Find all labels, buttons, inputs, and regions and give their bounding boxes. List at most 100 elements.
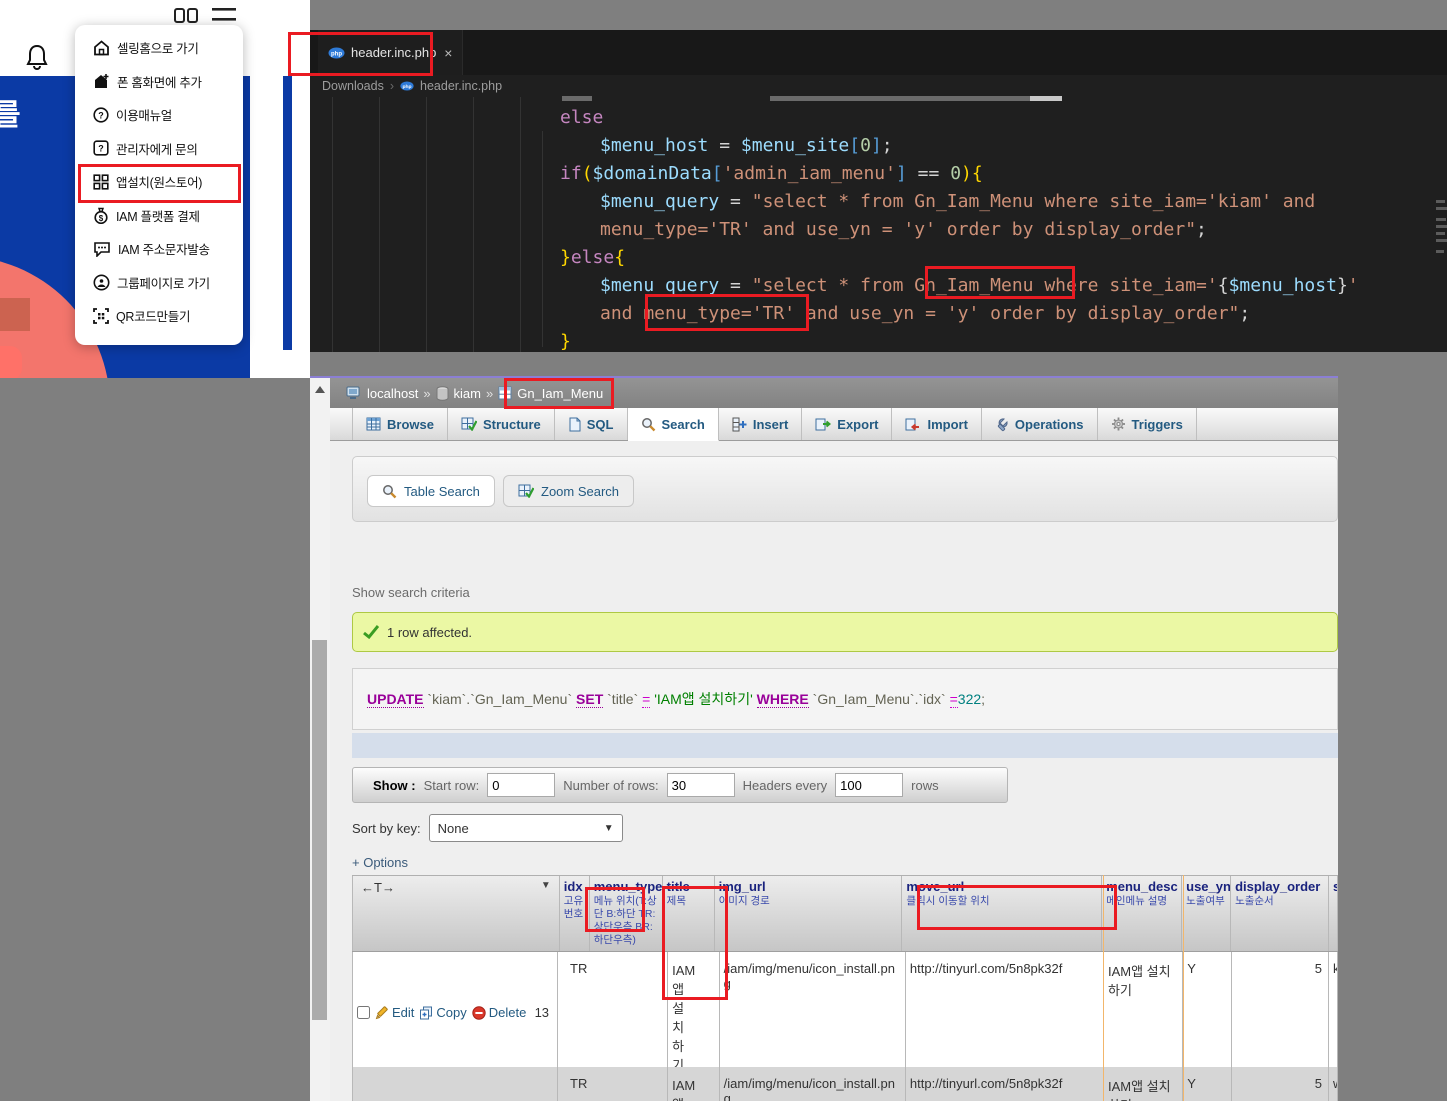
column-nav-arrows[interactable]: ←T→ bbox=[361, 880, 395, 947]
tab-close-icon[interactable]: × bbox=[444, 45, 452, 61]
sort-key-value: None bbox=[438, 821, 469, 836]
column-header-idx[interactable]: idx고유 번호 bbox=[560, 876, 590, 951]
row-action-copy[interactable]: Copy bbox=[419, 1005, 466, 1020]
check-icon bbox=[363, 625, 379, 639]
minimap[interactable] bbox=[1436, 200, 1445, 203]
code-editor[interactable]: else$menu_host = $menu_site[0];if($domai… bbox=[310, 97, 1447, 352]
menu-item-1[interactable]: 셀링홈으로 가기 bbox=[75, 31, 243, 65]
tab-search[interactable]: Search bbox=[628, 408, 719, 441]
menu-item-4[interactable]: ? 관리자에게 문의 bbox=[75, 132, 243, 166]
hero-text: 를 bbox=[0, 90, 21, 134]
structure-tab-icon bbox=[461, 417, 477, 431]
tab-label: Browse bbox=[387, 417, 434, 432]
column-header-display_order[interactable]: display_order노출순서 bbox=[1231, 876, 1329, 951]
column-desc: 제목 bbox=[667, 895, 710, 908]
row-action-edit[interactable]: Edit bbox=[375, 1005, 414, 1020]
breadcrumb-gn_iam_menu[interactable]: Gn_Iam_Menu bbox=[517, 386, 603, 401]
sort-by-key-label: Sort by key: bbox=[352, 821, 421, 836]
cell-menu_desc: IAM앱 설치하기 bbox=[1104, 952, 1183, 1067]
title-line: 치 bbox=[672, 1018, 715, 1037]
column-header-menu_desc[interactable]: menu_desc메인메뉴 설명 bbox=[1102, 876, 1182, 951]
db-icon bbox=[436, 386, 449, 401]
copy-icon bbox=[419, 1006, 433, 1020]
php-file-icon: php bbox=[400, 81, 414, 91]
show-search-criteria-link[interactable]: Show search criteria bbox=[352, 585, 470, 600]
tab-structure[interactable]: Structure bbox=[448, 408, 555, 440]
grid-icon bbox=[93, 174, 109, 190]
headers-every-input[interactable] bbox=[835, 773, 903, 797]
column-desc: 메인메뉴 설명 bbox=[1106, 895, 1177, 908]
menu-item-6[interactable]: $IAM 플랫폼 결제 bbox=[75, 199, 243, 233]
tab-operations[interactable]: Operations bbox=[982, 408, 1098, 440]
scrollbar-thumb[interactable] bbox=[312, 640, 327, 1020]
sql-query-box: UPDATE `kiam`.`Gn_Iam_Menu` SET `title` … bbox=[352, 668, 1338, 730]
row-checkbox[interactable] bbox=[357, 1006, 370, 1019]
menu-item-7[interactable]: IAM 주소문자발송 bbox=[75, 232, 243, 266]
code-line: }else{ bbox=[560, 244, 625, 272]
vscode-breadcrumb: Downloads › php header.inc.php bbox=[310, 75, 1447, 97]
table-header-row: ←T→ ▼ idx고유 번호menu_type메뉴 위치(T:상단 B:하단 TR:… bbox=[352, 875, 1338, 952]
breadcrumb-file[interactable]: header.inc.php bbox=[420, 79, 502, 93]
pma-breadcrumb: localhost»kiam»Gn_Iam_Menu bbox=[330, 378, 1338, 408]
column-header-menu_type[interactable]: menu_type메뉴 위치(T:상단 B:하단 TR:상단우측 BR:하단우측… bbox=[590, 876, 663, 951]
svg-text:?: ? bbox=[98, 144, 104, 154]
sort-desc-icon[interactable]: ▼ bbox=[541, 880, 551, 947]
subtab-table-search[interactable]: Table Search bbox=[367, 475, 495, 507]
title-line: IAM bbox=[672, 1076, 715, 1095]
tab-import[interactable]: Import bbox=[892, 408, 981, 440]
column-desc: 고유 번호 bbox=[564, 895, 585, 921]
hero-decor-rect2 bbox=[0, 346, 22, 378]
row-actions-cell: EditCopyDelete13 bbox=[352, 952, 558, 1067]
editor-tab-header-inc-php[interactable]: php header.inc.php × bbox=[318, 30, 463, 75]
pma-tab-bar: Browse StructureSQLSearch Insert Export Impo… bbox=[330, 408, 1338, 441]
tab-export[interactable]: Export bbox=[802, 408, 892, 440]
tab-sql[interactable]: SQL bbox=[555, 408, 628, 440]
row-action-delete[interactable]: Delete bbox=[472, 1005, 527, 1020]
tabs-count-icon[interactable] bbox=[174, 8, 198, 23]
column-desc: 노출여부 bbox=[1186, 895, 1226, 908]
search-fieldset: Table SearchZoom Search bbox=[352, 456, 1338, 522]
action-label: Copy bbox=[436, 1005, 466, 1020]
notification-bell-icon[interactable] bbox=[26, 44, 48, 71]
tab-browse[interactable]: Browse bbox=[352, 408, 448, 440]
column-header-title[interactable]: title제목 bbox=[663, 876, 715, 951]
column-header-img_url[interactable]: img_url이미지 경로 bbox=[715, 876, 903, 951]
breadcrumb-kiam[interactable]: kiam bbox=[454, 386, 481, 401]
pma-scrollbar[interactable] bbox=[310, 378, 331, 1101]
options-link[interactable]: + Options bbox=[352, 855, 408, 870]
menu-item-5[interactable]: 앱설치(원스토어) bbox=[75, 165, 243, 199]
tab-insert[interactable]: Insert bbox=[719, 408, 802, 440]
scrollbar-up-arrow[interactable] bbox=[315, 386, 325, 393]
column-header-move_url[interactable]: move_url클릭시 이동할 위치 bbox=[902, 876, 1102, 951]
title-line: 앱 bbox=[672, 980, 715, 999]
column-desc: 클릭시 이동할 위치 bbox=[906, 895, 1097, 908]
column-header-s[interactable]: s bbox=[1329, 876, 1338, 951]
table-row: EditCopyDelete13TRIAM앱설치하기/iam/img/menu/… bbox=[352, 952, 1338, 1067]
column-header-use_yn[interactable]: use_yn노출여부 bbox=[1182, 876, 1231, 951]
menu-item-8[interactable]: 그룹페이지로 가기 bbox=[75, 266, 243, 300]
tab-label: Import bbox=[927, 417, 967, 432]
tab-filename: header.inc.php bbox=[351, 45, 436, 60]
column-name: menu_desc bbox=[1106, 879, 1177, 894]
menu-item-9[interactable]: QR코드만들기 bbox=[75, 299, 243, 333]
marked-column-border bbox=[1183, 875, 1184, 1101]
start-row-input[interactable] bbox=[487, 773, 555, 797]
tab-triggers[interactable]: Triggers bbox=[1098, 408, 1197, 440]
hamburger-menu-icon[interactable] bbox=[212, 7, 236, 23]
tab-label: Triggers bbox=[1132, 417, 1183, 432]
sort-key-select[interactable]: None ▼ bbox=[429, 814, 623, 842]
menu-item-2[interactable]: 폰 홈화면에 추가 bbox=[75, 65, 243, 99]
tab-label: Insert bbox=[753, 417, 788, 432]
home-outline-icon bbox=[93, 40, 110, 56]
cell-display_order: 5 bbox=[1232, 952, 1329, 1067]
browse-tab-icon bbox=[366, 417, 381, 431]
breadcrumb-localhost[interactable]: localhost bbox=[367, 386, 418, 401]
breadcrumb-folder[interactable]: Downloads bbox=[322, 79, 384, 93]
menu-item-label: 관리자에게 문의 bbox=[116, 139, 198, 158]
subtab-zoom-search[interactable]: Zoom Search bbox=[503, 475, 634, 507]
svg-text:$: $ bbox=[99, 214, 104, 223]
table-sm-icon bbox=[498, 386, 512, 400]
code-line: else bbox=[560, 104, 603, 132]
menu-item-3[interactable]: ?이용매뉴얼 bbox=[75, 98, 243, 132]
num-rows-input[interactable] bbox=[667, 773, 735, 797]
